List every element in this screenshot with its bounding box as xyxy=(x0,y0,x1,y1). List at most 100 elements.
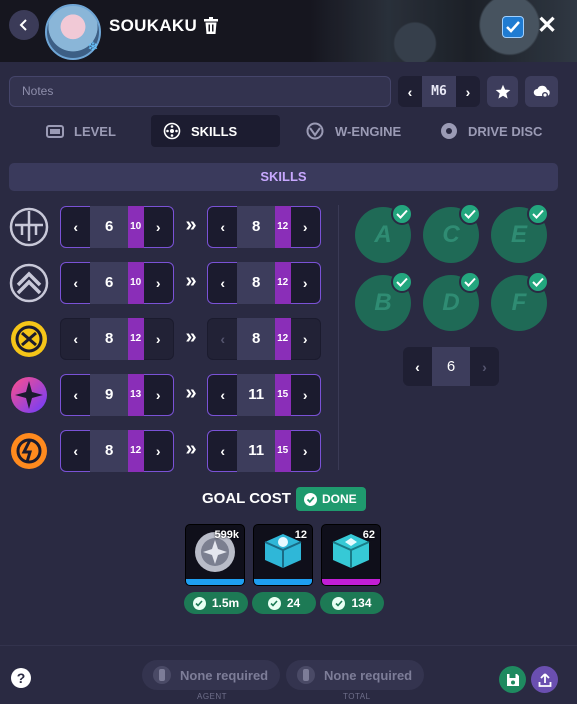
double-chevron-right-icon: » xyxy=(185,382,197,404)
notes-input[interactable]: Notes xyxy=(9,76,391,107)
increase-button[interactable]: › xyxy=(144,219,173,235)
skill-goal-stepper: ‹ 11 15 › xyxy=(207,374,321,416)
increase-button[interactable]: › xyxy=(144,387,173,403)
skill-goal-level: 8 xyxy=(237,206,275,248)
material-card: 62 xyxy=(321,524,381,586)
material-owned: 24 xyxy=(286,596,301,610)
core-level-value: 6 xyxy=(432,347,470,386)
decrease-button[interactable]: ‹ xyxy=(208,219,237,235)
upload-button[interactable] xyxy=(531,666,558,693)
skill-current-level: 6 xyxy=(90,206,128,248)
skill-goal-level: 8 xyxy=(237,262,275,304)
skill-goal-stepper: ‹ 8 12 › xyxy=(207,206,321,248)
material-required: 12 xyxy=(294,529,307,541)
tab-label: LEVEL xyxy=(74,123,116,139)
favorite-button[interactable] xyxy=(487,76,518,107)
material-owned-pill: 1.5m xyxy=(184,592,248,614)
increase-button[interactable]: › xyxy=(144,275,173,291)
checkmark-icon xyxy=(391,203,413,225)
core-level-stepper: ‹ 6 › xyxy=(403,347,499,386)
section-title: SKILLS xyxy=(9,163,558,191)
skill-current-level: 9 xyxy=(90,374,128,416)
mindscape-increase-button[interactable]: › xyxy=(456,84,480,100)
double-chevron-right-icon: » xyxy=(185,438,197,460)
decrease-button[interactable]: ‹ xyxy=(208,331,237,347)
chevron-left-icon xyxy=(19,19,27,31)
rarity-bar xyxy=(186,579,244,585)
check-circle-icon xyxy=(192,596,206,610)
star-icon xyxy=(495,84,510,99)
mindscape-decrease-button[interactable]: ‹ xyxy=(398,84,422,100)
skill-current-max: 12 xyxy=(127,318,144,360)
skill-current-stepper: ‹ 8 12 › xyxy=(60,318,174,360)
back-button[interactable] xyxy=(9,10,39,40)
increase-button[interactable]: › xyxy=(291,443,320,459)
status-text: DONE xyxy=(322,492,357,506)
material-owned: 134 xyxy=(351,596,372,610)
tab-w-engine[interactable]: W-ENGINE xyxy=(293,115,413,147)
enabled-checkbox[interactable] xyxy=(502,16,524,38)
ice-attribute-icon: ❄ xyxy=(87,39,99,54)
close-icon[interactable]: ✕ xyxy=(537,14,557,38)
basic-attack-icon xyxy=(9,207,49,247)
requirement-label: None required xyxy=(324,667,413,683)
increase-button[interactable]: › xyxy=(144,331,173,347)
special-attack-icon xyxy=(11,377,47,413)
decrease-button[interactable]: ‹ xyxy=(403,359,432,375)
skill-goal-max: 15 xyxy=(274,430,291,472)
check-circle-icon xyxy=(332,596,346,610)
checkmark-icon xyxy=(527,203,549,225)
mindscape-stepper: ‹ M6 › xyxy=(398,76,480,107)
decrease-button[interactable]: ‹ xyxy=(61,219,90,235)
decrease-button[interactable]: ‹ xyxy=(208,275,237,291)
save-button[interactable] xyxy=(499,666,526,693)
increase-button[interactable]: › xyxy=(470,359,499,375)
material-required: 62 xyxy=(362,529,375,541)
tab-level[interactable]: LEVEL xyxy=(34,115,128,147)
decrease-button[interactable]: ‹ xyxy=(208,387,237,403)
decrease-button[interactable]: ‹ xyxy=(61,331,90,347)
upload-icon xyxy=(538,672,551,687)
material-owned: 1.5m xyxy=(211,596,240,610)
material-required: 599k xyxy=(214,529,239,541)
skill-current-stepper: ‹ 9 13 › xyxy=(60,374,174,416)
skill-current-stepper: ‹ 6 10 › xyxy=(60,262,174,304)
increase-button[interactable]: › xyxy=(291,387,320,403)
decrease-button[interactable]: ‹ xyxy=(61,387,90,403)
double-chevron-right-icon: » xyxy=(185,270,197,292)
requirement-caption: TOTAL xyxy=(343,692,371,701)
skill-goal-max: 15 xyxy=(274,374,291,416)
requirement-label: None required xyxy=(180,667,269,683)
skill-goal-stepper: ‹ 11 15 › xyxy=(207,430,321,472)
character-name: SOUKAKU xyxy=(109,16,198,35)
checkmark-icon xyxy=(527,271,549,293)
double-chevron-right-icon: » xyxy=(185,214,197,236)
decrease-button[interactable]: ‹ xyxy=(61,275,90,291)
save-icon xyxy=(506,673,519,686)
skills-icon xyxy=(163,122,181,140)
increase-button[interactable]: › xyxy=(144,443,173,459)
skill-current-max: 10 xyxy=(127,206,144,248)
skill-current-stepper: ‹ 6 10 › xyxy=(60,206,174,248)
skill-goal-level: 8 xyxy=(237,318,275,360)
goal-cost-title: GOAL COST xyxy=(202,490,291,507)
trash-icon[interactable] xyxy=(203,17,219,35)
cloud-sync-button[interactable] xyxy=(525,76,558,107)
decrease-button[interactable]: ‹ xyxy=(61,443,90,459)
increase-button[interactable]: › xyxy=(291,331,320,347)
tab-drive-disc[interactable]: DRIVE DISC xyxy=(428,115,554,147)
increase-button[interactable]: › xyxy=(291,219,320,235)
rarity-bar xyxy=(322,579,380,585)
decrease-button[interactable]: ‹ xyxy=(208,443,237,459)
skill-goal-stepper: ‹ 8 12 › xyxy=(207,262,321,304)
check-circle-icon xyxy=(304,492,317,506)
status-badge: DONE xyxy=(296,487,366,511)
increase-button[interactable]: › xyxy=(291,275,320,291)
dodge-icon xyxy=(9,263,49,303)
double-chevron-right-icon: » xyxy=(185,326,197,348)
tab-skills[interactable]: SKILLS xyxy=(151,115,280,147)
help-button[interactable]: ? xyxy=(11,668,31,688)
skill-goal-stepper: ‹ 8 12 › xyxy=(207,318,321,360)
chain-attack-icon xyxy=(11,433,47,469)
assist-icon xyxy=(11,321,47,357)
